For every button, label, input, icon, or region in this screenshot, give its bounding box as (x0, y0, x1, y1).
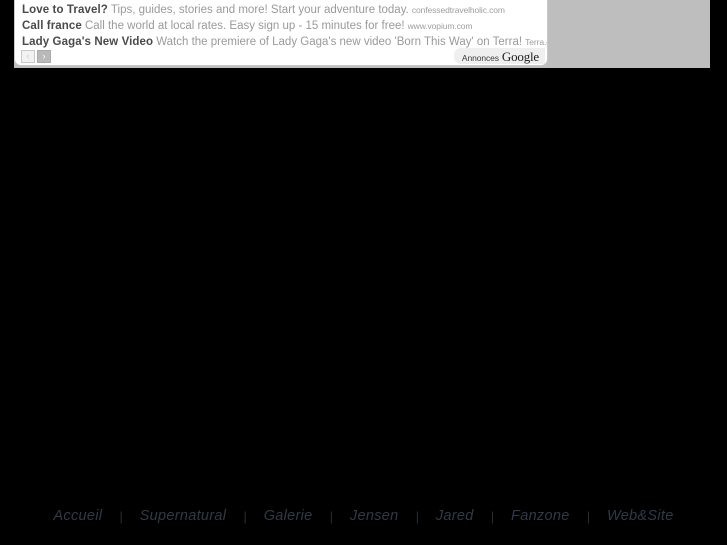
google-ads-box: Love to Travel? Tips, guides, stories an… (14, 0, 548, 66)
ad-url[interactable]: Terra.com/Lady_Ga... (525, 37, 547, 47)
annonces-google-badge[interactable]: Annonces Google (453, 48, 545, 64)
nav-item-supernatural[interactable]: Supernatural (123, 508, 244, 524)
top-ad-band: Love to Travel? Tips, guides, stories an… (14, 0, 710, 68)
annonces-label: Annonces (461, 53, 499, 63)
bottom-navigation: Accueil | Supernatural | Galerie | Jense… (0, 503, 727, 529)
ad-description: Watch the premiere of Lady Gaga's new vi… (156, 36, 523, 48)
chevron-right-icon[interactable]: › (37, 50, 51, 63)
chevron-left-icon[interactable]: ‹ (21, 50, 35, 63)
ad-item[interactable]: Call france Call the world at local rate… (15, 18, 547, 34)
nav-item-website[interactable]: Web&Site (590, 508, 691, 524)
nav-item-galerie[interactable]: Galerie (247, 508, 330, 524)
ad-title[interactable]: Love to Travel? (22, 4, 108, 16)
nav-item-accueil[interactable]: Accueil (36, 508, 119, 524)
ad-pager: ‹ › (21, 50, 51, 63)
google-logo-text: Google (501, 49, 539, 64)
ad-url[interactable]: www.vopium.com (408, 21, 473, 31)
ad-item[interactable]: Love to Travel? Tips, guides, stories an… (15, 2, 547, 18)
ad-description: Call the world at local rates. Easy sign… (84, 20, 405, 32)
ad-description: Tips, guides, stories and more! Start yo… (110, 4, 409, 16)
ad-title[interactable]: Lady Gaga's New Video (22, 36, 153, 48)
nav-item-fanzone[interactable]: Fanzone (494, 508, 587, 524)
ad-url[interactable]: confessedtravelholic.com (412, 5, 505, 15)
ad-title[interactable]: Call france (22, 20, 82, 32)
nav-item-jared[interactable]: Jared (419, 508, 491, 524)
nav-item-jensen[interactable]: Jensen (333, 508, 416, 524)
